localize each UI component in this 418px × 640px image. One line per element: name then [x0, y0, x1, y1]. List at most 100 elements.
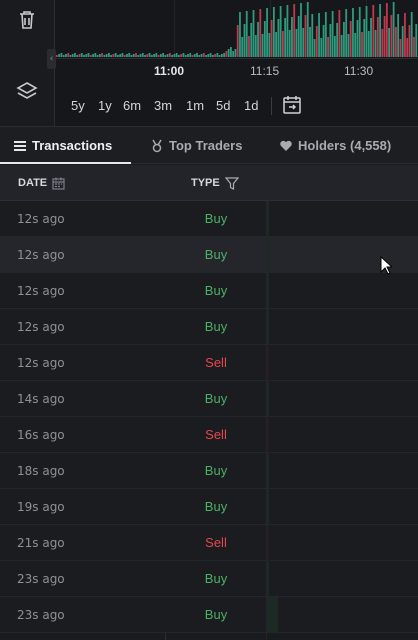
volume-bar	[193, 54, 196, 57]
transaction-type: Buy	[204, 283, 228, 298]
tab-transactions[interactable]: Transactions	[13, 127, 112, 164]
calendar-icon[interactable]	[52, 177, 65, 190]
tab-top-traders[interactable]: Top Traders	[150, 127, 242, 164]
volume-bar	[182, 53, 185, 57]
transaction-type: Buy	[204, 571, 228, 586]
column-header-type[interactable]: TYPE	[191, 165, 239, 201]
table-row[interactable]: 12s ago Buy	[0, 201, 418, 237]
layers-icon[interactable]	[15, 80, 39, 104]
tab-holders[interactable]: Holders (4,558)	[279, 127, 391, 164]
volume-bar	[291, 17, 293, 57]
volume-bar	[361, 32, 363, 57]
filter-icon[interactable]	[224, 176, 239, 190]
volume-bar	[200, 54, 203, 57]
range-button-3m[interactable]: 3m	[154, 98, 172, 113]
volume-bar	[175, 53, 178, 57]
volume-bar	[227, 49, 230, 57]
table-row[interactable]: 12s ago Buy	[0, 237, 418, 273]
column-header-date[interactable]: DATE	[18, 165, 65, 201]
volume-bar	[74, 53, 76, 57]
volume-bar	[413, 37, 415, 57]
range-button-5y[interactable]: 5y	[71, 98, 85, 113]
list-icon	[14, 140, 26, 151]
volume-bar	[166, 54, 169, 57]
volume-bar	[94, 53, 97, 57]
volume-bar	[87, 53, 90, 57]
volume-bar	[198, 55, 201, 57]
table-row[interactable]: 23s ago Buy	[0, 597, 418, 633]
volume-bar	[286, 5, 289, 57]
date-range-icon[interactable]	[282, 95, 302, 115]
table-row[interactable]: 12s ago Buy	[0, 273, 418, 309]
price-chart-area[interactable]: ‹ 11:00 11:15 11:30 5y 1y 6m 3m 1m 5d 1d	[0, 0, 418, 126]
volume-bar	[374, 30, 377, 57]
volume-bar	[270, 20, 273, 57]
volume-bar	[180, 54, 183, 57]
volume-bar	[202, 53, 205, 57]
volume-bar	[284, 18, 287, 57]
transaction-date: 23s ago	[17, 608, 65, 622]
range-button-6m[interactable]: 6m	[123, 98, 141, 113]
volume-bar	[336, 23, 339, 57]
table-row[interactable]: 16s ago Sell	[0, 417, 418, 453]
volume-bar	[266, 8, 268, 57]
transaction-date: 12s ago	[17, 320, 65, 334]
transaction-type: Sell	[205, 427, 227, 442]
time-axis: 11:00 11:15 11:30	[56, 58, 418, 84]
volume-bar	[225, 51, 228, 57]
volume-bar	[345, 9, 348, 57]
volume-bar	[331, 11, 334, 57]
trash-icon[interactable]	[15, 8, 39, 32]
volume-bar	[288, 30, 291, 57]
volume-bar	[230, 47, 232, 57]
table-row[interactable]: 21s ago Sell	[0, 525, 418, 561]
transaction-date: 12s ago	[17, 356, 65, 370]
volume-bar	[178, 55, 180, 57]
volume-bar	[117, 55, 119, 57]
range-button-1d[interactable]: 1d	[244, 98, 258, 113]
volume-bar	[67, 53, 70, 57]
volume-bar	[320, 38, 323, 57]
table-row[interactable]: 23s ago Buy	[0, 561, 418, 597]
transaction-type: Buy	[204, 607, 228, 622]
volume-bar	[148, 53, 151, 57]
volume-bar	[110, 55, 113, 57]
volume-bar	[340, 35, 343, 57]
table-row[interactable]: 18s ago Buy	[0, 453, 418, 489]
volume-bar	[128, 53, 131, 57]
volume-bar	[241, 37, 244, 57]
row-volume-indicator	[266, 597, 278, 633]
volume-bar	[349, 21, 352, 57]
table-row[interactable]: 12s ago Buy	[0, 309, 418, 345]
volume-bar	[76, 55, 79, 57]
tab-label: Top Traders	[169, 138, 243, 153]
transaction-type: Buy	[204, 499, 228, 514]
table-row[interactable]: 19s ago Buy	[0, 489, 418, 525]
volume-bar	[92, 54, 94, 57]
volume-bar	[318, 13, 320, 57]
volume-bar	[277, 19, 280, 57]
toolbar-collapse-handle[interactable]: ‹	[47, 49, 56, 69]
table-row[interactable]: 12s ago Sell	[0, 345, 418, 381]
volume-bar	[101, 53, 103, 57]
volume-bar	[56, 55, 58, 57]
volume-bar	[282, 31, 284, 57]
column-divider	[266, 201, 267, 640]
transaction-date: 21s ago	[17, 536, 65, 550]
volume-bar	[329, 24, 332, 57]
range-button-1y[interactable]: 1y	[98, 98, 112, 113]
volume-bar	[191, 55, 194, 57]
volume-bar	[243, 24, 246, 57]
volume-bar	[322, 25, 325, 57]
range-button-1m[interactable]: 1m	[186, 98, 204, 113]
volume-bar	[89, 55, 92, 57]
volume-bar	[297, 16, 300, 57]
volume-bar	[311, 14, 314, 57]
range-button-5d[interactable]: 5d	[216, 98, 230, 113]
transaction-date: 12s ago	[17, 248, 65, 262]
table-row[interactable]: 14s ago Buy	[0, 381, 418, 417]
volume-bar	[390, 15, 393, 57]
volume-bar	[401, 26, 404, 57]
volume-bar	[234, 49, 237, 57]
heart-icon	[280, 140, 292, 151]
